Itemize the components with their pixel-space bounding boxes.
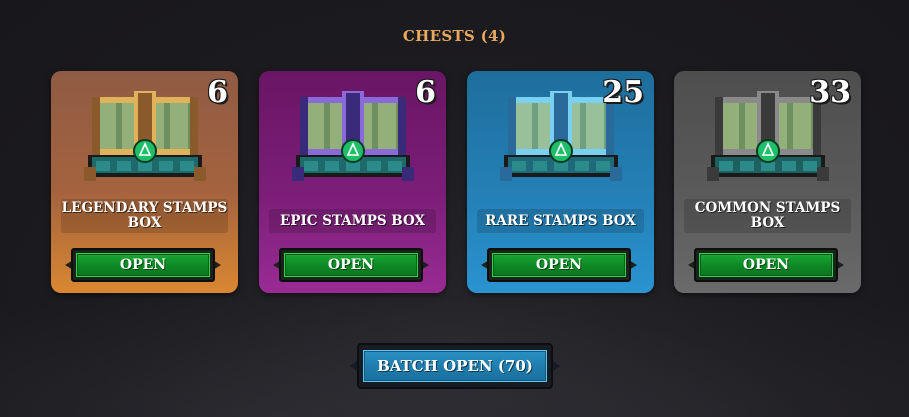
open-rare-button[interactable]: OPEN: [481, 248, 637, 282]
chest-foot-right: [610, 167, 622, 181]
chest-foot-right: [402, 167, 414, 181]
chest-base-slot: [596, 161, 610, 171]
chest-card-epic[interactable]: 6 EPIC STAMPS BOX OPEN: [259, 71, 446, 293]
chest-base-slot: [304, 161, 318, 171]
chest-name: LEGENDARY STAMPS BOX: [61, 199, 228, 233]
open-button-label[interactable]: OPEN: [492, 253, 626, 277]
chest-trim-right: [190, 97, 198, 157]
chest-count: 6: [415, 75, 436, 110]
chest-lid-panel: [306, 103, 324, 151]
chest-lid-panel: [98, 103, 116, 151]
chest-base-slot: [367, 161, 381, 171]
epic-chest-icon: [292, 91, 414, 181]
chest-trim-left: [300, 97, 308, 157]
open-button-label[interactable]: OPEN: [284, 253, 418, 277]
open-button-label[interactable]: OPEN: [76, 253, 210, 277]
chest-lid-panel: [170, 103, 188, 151]
chest-foot-left: [292, 167, 304, 181]
chest-foot-right: [817, 167, 829, 181]
open-button-label[interactable]: OPEN: [699, 253, 833, 277]
chest-list: 6 LEGENDARY STAMPS BOX OPEN 6 EPIC STAMP…: [51, 71, 861, 293]
chest-lid-panel: [378, 103, 396, 151]
chest-foot-left: [707, 167, 719, 181]
section-title: CHESTS (4): [402, 27, 507, 45]
chest-foot-right: [194, 167, 206, 181]
chest-foot-left: [500, 167, 512, 181]
open-legendary-button[interactable]: OPEN: [65, 248, 221, 282]
chest-count: 33: [809, 75, 851, 110]
chest-lid-panel: [721, 103, 739, 151]
chest-base-slot: [803, 161, 817, 171]
chest-lid-panel: [793, 103, 811, 151]
batch-open-button[interactable]: BATCH OPEN (70): [350, 343, 560, 389]
chest-card-common[interactable]: 33 COMMON STAMPS BOX OPEN: [674, 71, 861, 293]
chest-base-slot: [740, 161, 754, 171]
chest-name: EPIC STAMPS BOX: [269, 209, 436, 233]
open-epic-button[interactable]: OPEN: [273, 248, 429, 282]
chest-base-slot: [325, 161, 339, 171]
chest-trim-left: [92, 97, 100, 157]
batch-open-label[interactable]: BATCH OPEN (70): [363, 350, 547, 382]
chest-base-slot: [180, 161, 194, 171]
legendary-chest-icon: [84, 91, 206, 181]
chest-count: 25: [602, 75, 644, 110]
chest-base-slot: [719, 161, 733, 171]
chest-name: COMMON STAMPS BOX: [684, 199, 851, 233]
open-common-button[interactable]: OPEN: [688, 248, 844, 282]
chest-foot-left: [84, 167, 96, 181]
chest-lid-panel: [586, 103, 604, 151]
chest-name: RARE STAMPS BOX: [477, 209, 644, 233]
chest-trim-left: [508, 97, 516, 157]
chest-card-legendary[interactable]: 6 LEGENDARY STAMPS BOX OPEN: [51, 71, 238, 293]
chest-lid-panel: [514, 103, 532, 151]
chest-base-slot: [388, 161, 402, 171]
chest-trim-left: [715, 97, 723, 157]
chest-trim-right: [398, 97, 406, 157]
chest-base-slot: [575, 161, 589, 171]
chest-base-slot: [96, 161, 110, 171]
chest-base-slot: [533, 161, 547, 171]
chest-base-slot: [117, 161, 131, 171]
chest-base-slot: [512, 161, 526, 171]
chest-card-rare[interactable]: 25 RARE STAMPS BOX OPEN: [467, 71, 654, 293]
chest-base-slot: [159, 161, 173, 171]
chest-count: 6: [207, 75, 228, 110]
chest-base-slot: [782, 161, 796, 171]
